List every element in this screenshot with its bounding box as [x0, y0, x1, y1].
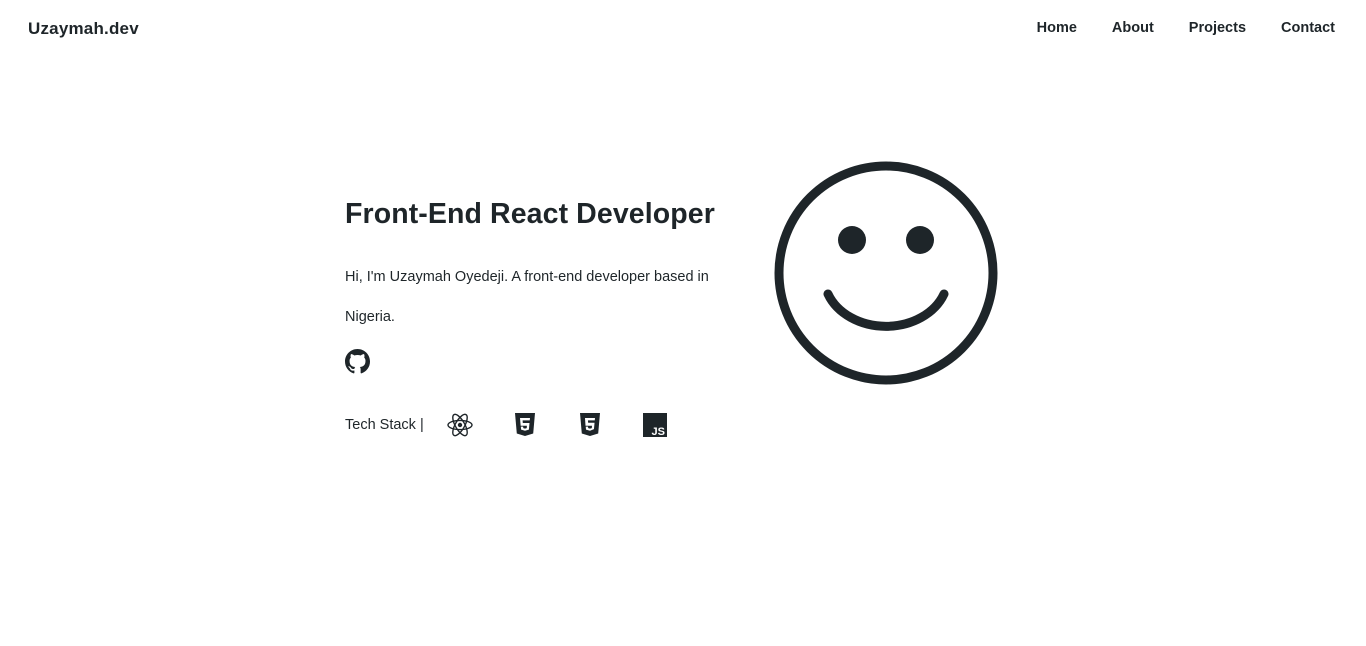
- navbar: Uzaymah.dev Home About Projects Contact: [0, 0, 1366, 60]
- hero-title: Front-End React Developer: [345, 198, 715, 230]
- brand-logo-link[interactable]: Uzaymah.dev: [28, 19, 139, 39]
- nav-link-home[interactable]: Home: [1037, 20, 1077, 36]
- html5-icon: [511, 411, 539, 439]
- js-badge-text: JS: [651, 426, 664, 438]
- nav-link-contact[interactable]: Contact: [1281, 20, 1335, 36]
- smiley-face-icon: [772, 159, 1000, 387]
- nav-link-projects[interactable]: Projects: [1189, 20, 1246, 36]
- react-icon: [446, 411, 474, 439]
- css3-icon: [576, 411, 604, 439]
- nav-links: Home About Projects Contact: [1002, 20, 1335, 36]
- tech-stack-row: Tech Stack | JS: [345, 411, 745, 439]
- hero-intro-text: Hi, I'm Uzaymah Oyedeji. A front-end dev…: [345, 269, 709, 325]
- tech-stack-label: Tech Stack |: [345, 417, 424, 433]
- github-icon[interactable]: [345, 349, 370, 374]
- javascript-icon: JS: [641, 411, 669, 439]
- social-links: [345, 349, 745, 375]
- hero-section: Front-End React Developer Hi, I'm Uzayma…: [345, 195, 745, 439]
- nav-link-about[interactable]: About: [1112, 20, 1154, 36]
